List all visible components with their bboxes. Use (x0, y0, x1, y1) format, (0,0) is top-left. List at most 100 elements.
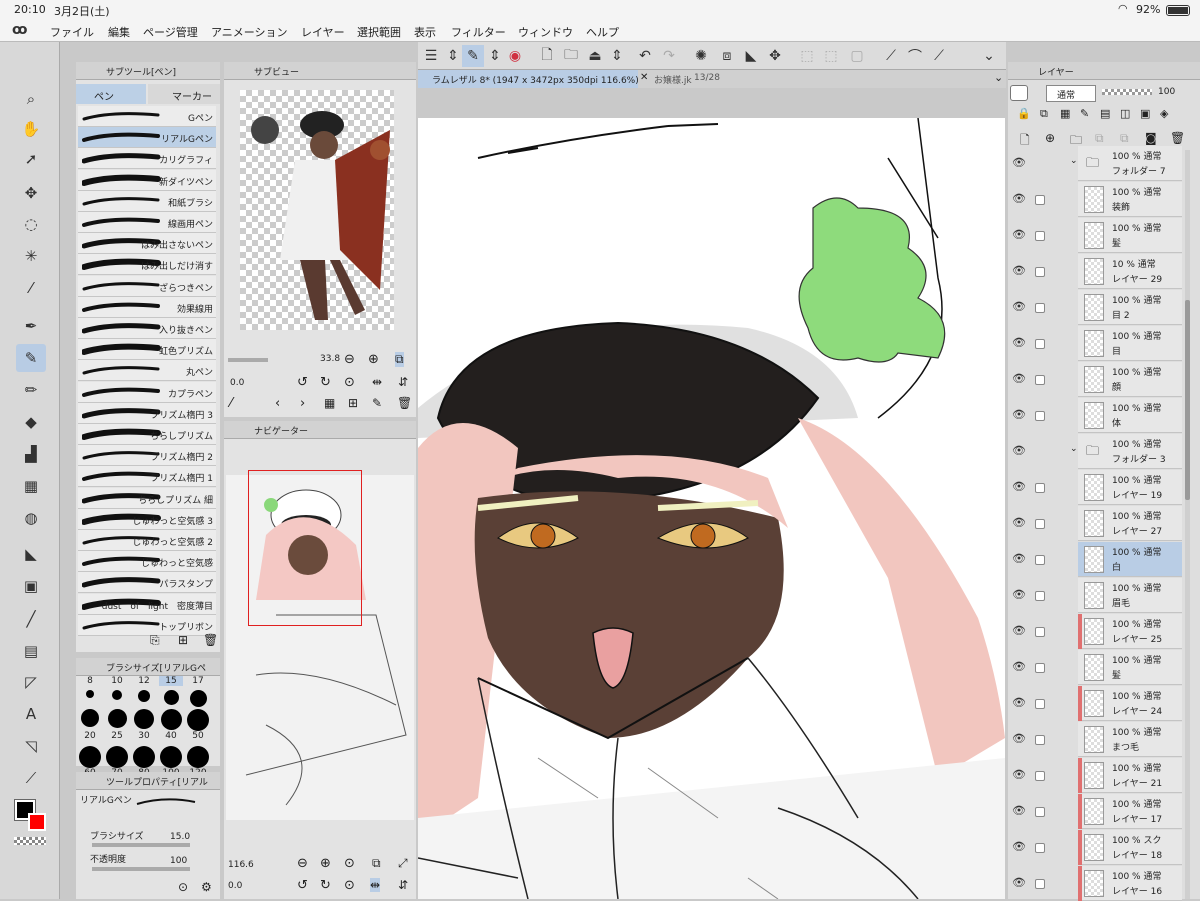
deselect-icon[interactable]: ⬚ (796, 45, 818, 67)
chevron-updown-icon[interactable]: ⇕ (442, 45, 464, 67)
layer-select-checkbox[interactable] (1035, 375, 1045, 385)
brush-item[interactable]: 線画用ペン (78, 212, 216, 233)
reset-rotation-icon[interactable]: ⊙ (344, 878, 355, 893)
menu-layer[interactable]: レイヤー (301, 24, 345, 40)
menu-animation[interactable]: アニメーション (211, 24, 288, 40)
layer-row[interactable]: 100 % 通常 レイヤー 19 (1078, 470, 1182, 505)
layer-row[interactable]: 100 % 通常目 (1078, 326, 1182, 361)
reset-rotation-icon[interactable]: ⊙ (344, 375, 355, 390)
chevron-down-icon[interactable]: ⌄ (994, 71, 1003, 84)
ruler-icon[interactable]: ◸ (16, 668, 46, 696)
lock-transparent-icon[interactable]: ▤ (1100, 107, 1110, 120)
eyedropper-icon[interactable]: ⁄ (16, 274, 46, 302)
tab-other-document[interactable]: お嬢様.jk (654, 73, 692, 86)
clear-outside-icon[interactable]: ⧈ (716, 45, 738, 67)
layer-row[interactable]: 100 % スク レイヤー 18 (1078, 830, 1182, 865)
rotate-left-icon[interactable]: ↺ (297, 375, 308, 390)
move-icon[interactable]: ✥ (16, 179, 46, 207)
layer-select-checkbox[interactable] (1035, 195, 1045, 205)
opacity-value[interactable]: 100 (170, 856, 187, 866)
lasso-icon[interactable]: ◌ (16, 210, 46, 238)
gradient-icon[interactable]: ▣ (16, 572, 46, 600)
chevron-down-icon[interactable]: ⌄ (978, 45, 1000, 67)
brush-item[interactable]: 新ダイツペン (78, 169, 216, 191)
grid-snap-icon[interactable]: ⟋ (928, 45, 950, 67)
hand-icon[interactable]: ✋ (16, 115, 46, 143)
menu-edit[interactable]: 編集 (108, 24, 130, 40)
blend-icon[interactable]: ◍ (16, 504, 46, 532)
eye-icon[interactable]: 👁 (1012, 588, 1026, 601)
layer-row[interactable]: 100 % 通常 まつ毛 (1078, 722, 1182, 757)
layer-row[interactable]: 100 % 通常髪 (1078, 218, 1182, 253)
tab-marker[interactable]: マーカー (148, 84, 220, 104)
zoom-in-icon[interactable]: ⊕ (320, 856, 331, 871)
chevron-updown-icon[interactable]: ⇕ (606, 45, 628, 67)
ruler-snap-icon[interactable]: ⟋ (880, 45, 902, 67)
layer-opacity-slider[interactable] (1102, 89, 1152, 95)
merge-down-icon[interactable]: ⧉ (1095, 131, 1104, 146)
layer-color-icon[interactable]: ◈ (1160, 107, 1168, 120)
brush-item[interactable]: リアルGペン (78, 127, 216, 149)
layer-row[interactable]: 10 % 通常 レイヤー 29 (1078, 254, 1182, 289)
layer-row[interactable]: 100 % 通常顔 (1078, 362, 1182, 397)
brush-size-option[interactable]: 10 (105, 676, 129, 686)
zoom-in-icon[interactable]: ⊕ (368, 352, 379, 367)
layer-select-checkbox[interactable] (1035, 267, 1045, 277)
fit-window-icon[interactable]: ⧉ (372, 856, 381, 871)
eye-icon[interactable]: 👁 (1012, 768, 1026, 781)
eye-icon[interactable]: 👁 (1012, 336, 1026, 349)
eye-icon[interactable]: 👁 (1012, 876, 1026, 889)
layer-row[interactable]: 100 % 通常 レイヤー 24 (1078, 686, 1182, 721)
rotate-right-icon[interactable]: ↻ (320, 375, 331, 390)
layer-select-checkbox[interactable] (1035, 483, 1045, 493)
brush-size-option[interactable]: 40 (159, 731, 183, 741)
eye-icon[interactable]: 👁 (1012, 516, 1026, 529)
delete-layer-icon[interactable]: 🗑 (1170, 131, 1185, 145)
layer-folder-row[interactable]: ⌄ 🗀 100 % 通常 フォルダー 3 (1070, 434, 1182, 469)
balloon-icon[interactable]: ◹ (16, 732, 46, 760)
brush-size-dot[interactable] (163, 690, 179, 705)
brush-size-dot[interactable] (160, 746, 182, 768)
airbrush-icon[interactable]: ▦ (16, 472, 46, 500)
next-image-icon[interactable]: › (300, 396, 305, 411)
brush-item[interactable]: ちらしプリズム 細 (78, 487, 216, 509)
new-file-icon[interactable]: 🗋 (536, 45, 558, 67)
open-icon[interactable]: 🗀 (560, 45, 582, 67)
brush-item[interactable]: プリズム楕円 2 (78, 445, 216, 467)
brush-item[interactable]: Gペン (78, 106, 216, 127)
layer-scrollbar[interactable] (1185, 150, 1190, 899)
frame-icon[interactable]: ▤ (16, 637, 46, 665)
brush-item[interactable]: トップリボン (78, 614, 216, 636)
brush-item[interactable]: じゅわっと空気感 2 (78, 530, 216, 551)
mask-icon[interactable]: ◫ (1120, 107, 1130, 120)
subview-rotation[interactable]: 0.0 (230, 378, 244, 388)
layer-row[interactable]: 100 % 通常髪 (1078, 650, 1182, 685)
reference-layer-icon[interactable]: ▦ (1060, 107, 1070, 120)
invert-selection-icon[interactable]: ⬚ (820, 45, 842, 67)
layer-select-checkbox[interactable] (1035, 699, 1045, 709)
flip-h-icon[interactable]: ⇹ (372, 375, 382, 389)
operation-icon[interactable]: ➚ (16, 145, 46, 173)
subview-zoom[interactable]: 33.8 (320, 354, 340, 364)
brush-size-dot[interactable] (187, 746, 209, 768)
brush-item[interactable]: はみ出しだけ消す (78, 254, 216, 276)
navigator-rotation[interactable]: 0.0 (228, 881, 242, 891)
opacity-slider[interactable] (92, 867, 190, 871)
layer-select-checkbox[interactable] (1035, 663, 1045, 673)
layer-row[interactable]: 100 % 通常 レイヤー 25 (1078, 614, 1182, 649)
layer-select-checkbox[interactable] (1035, 591, 1045, 601)
layer-select-checkbox[interactable] (1035, 411, 1045, 421)
stop-icon[interactable]: ⊙ (344, 856, 355, 871)
layer-row[interactable]: 100 % 通常目 2 (1078, 290, 1182, 325)
layer-select-checkbox[interactable] (1035, 807, 1045, 817)
eye-icon[interactable]: 👁 (1012, 444, 1026, 457)
clip-icon[interactable]: ⧉ (1040, 107, 1048, 121)
eye-icon[interactable]: 👁 (1012, 732, 1026, 745)
brush-size-slider[interactable] (92, 843, 190, 847)
rotate-left-icon[interactable]: ↺ (297, 878, 308, 893)
brush-size-dot[interactable] (133, 746, 155, 768)
brush-item[interactable]: じゅわっと空気感 3 (78, 508, 216, 530)
zoom-icon[interactable]: ⌕ (16, 85, 46, 113)
hamburger-icon[interactable]: ☰ (420, 45, 442, 67)
brush-item[interactable]: カプラペン (78, 381, 216, 403)
